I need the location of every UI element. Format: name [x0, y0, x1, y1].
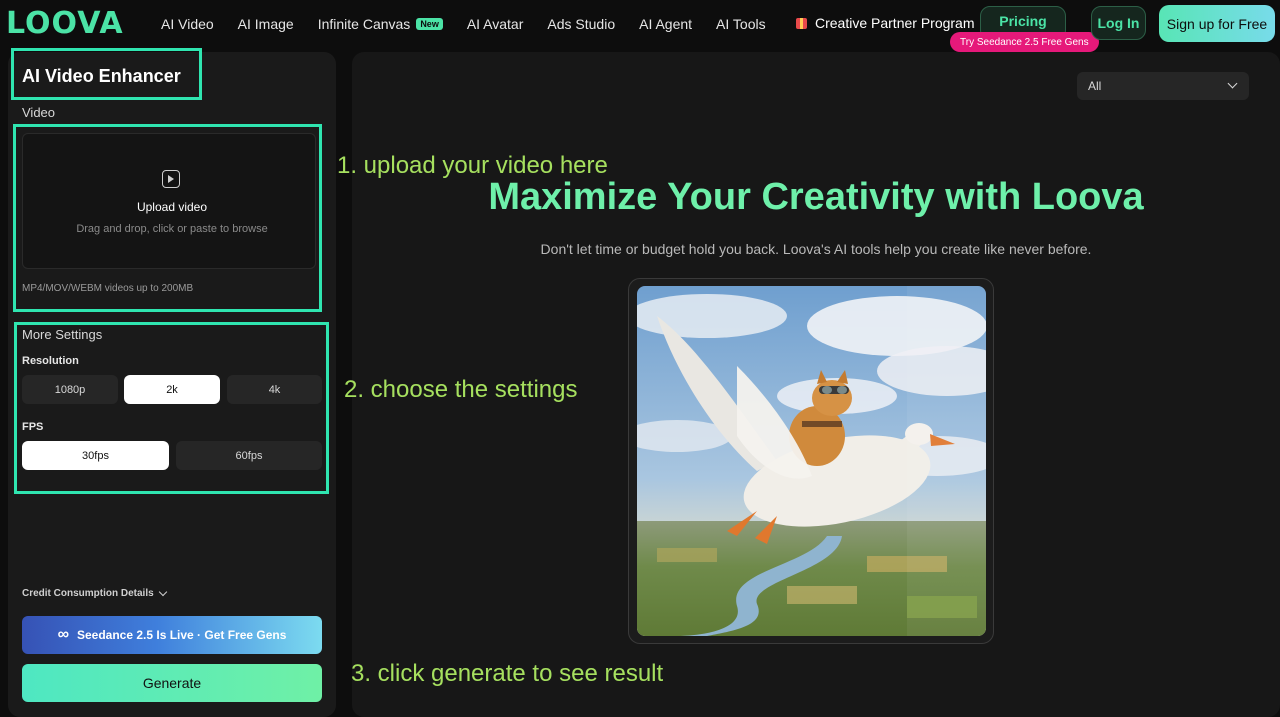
hero-subtitle: Don't let time or budget hold you back. … [540, 241, 1092, 257]
seedance-promo-label: Seedance 2.5 Is Live · Get Free Gens [76, 628, 287, 642]
nav-link-ai-image[interactable]: AI Image [238, 16, 294, 32]
nav-link-ai-video[interactable]: AI Video [161, 16, 214, 32]
fps-option-30[interactable]: 30fps [22, 441, 169, 470]
hero-image-cat-riding-goose [637, 286, 986, 636]
video-section-label: Video [22, 105, 56, 120]
annotation-step-2: 2. choose the settings [344, 376, 578, 403]
hero-title: Maximize Your Creativity with Loova [488, 176, 1144, 218]
upload-format-hint: MP4/MOV/WEBM videos up to 200MB [22, 283, 194, 294]
more-settings-label: More Settings [22, 327, 103, 342]
signup-button[interactable]: Sign up for Free [1159, 5, 1275, 42]
creative-partner-link[interactable]: Creative Partner Program [796, 15, 975, 31]
loova-logo[interactable]: LOOVA [6, 6, 124, 41]
chevron-down-icon [1227, 78, 1238, 89]
gift-icon [796, 17, 807, 29]
resolution-label: Resolution [22, 355, 79, 367]
seedance-promo-button[interactable]: ∞ Seedance 2.5 Is Live · Get Free Gens [22, 616, 322, 654]
resolution-option-2k[interactable]: 2k [124, 375, 220, 404]
credit-consumption-label: Credit Consumption Details [22, 588, 154, 599]
nav-link-infinite-canvas[interactable]: Infinite Canvas New [318, 16, 443, 32]
nav-link-ai-avatar[interactable]: AI Avatar [467, 16, 524, 32]
upload-subtitle: Drag and drop, click or paste to browse [76, 223, 268, 235]
annotation-step-1: 1. upload your video here [337, 152, 608, 179]
fps-option-60[interactable]: 60fps [176, 441, 322, 470]
nav-link-ai-tools[interactable]: AI Tools [716, 16, 766, 32]
credit-consumption-toggle[interactable]: Credit Consumption Details [22, 587, 167, 599]
resolution-option-4k[interactable]: 4k [227, 375, 322, 404]
new-badge: New [416, 18, 443, 30]
top-navbar: LOOVA AI Video AI Image Infinite Canvas N… [0, 0, 1280, 52]
filter-select[interactable]: All [1077, 72, 1249, 100]
fps-label: FPS [22, 421, 44, 433]
login-button[interactable]: Log In [1091, 6, 1146, 40]
nav-link-ads-studio[interactable]: Ads Studio [547, 16, 615, 32]
resolution-option-1080p[interactable]: 1080p [22, 375, 118, 404]
pricing-promo-badge[interactable]: Try Seedance 2.5 Free Gens [950, 32, 1099, 52]
nav-links: AI Video AI Image Infinite Canvas New AI … [161, 16, 790, 32]
upload-title: Upload video [136, 200, 208, 214]
video-play-icon [162, 170, 180, 188]
nav-link-ai-agent[interactable]: AI Agent [639, 16, 692, 32]
filter-select-value: All [1088, 79, 1102, 93]
generate-button[interactable]: Generate [22, 664, 322, 702]
annotation-step-3: 3. click generate to see result [351, 660, 664, 687]
infinity-icon: ∞ [57, 626, 69, 643]
creative-partner-label: Creative Partner Program [815, 15, 975, 31]
chevron-down-icon [158, 587, 167, 597]
tool-title: AI Video Enhancer [22, 66, 181, 86]
